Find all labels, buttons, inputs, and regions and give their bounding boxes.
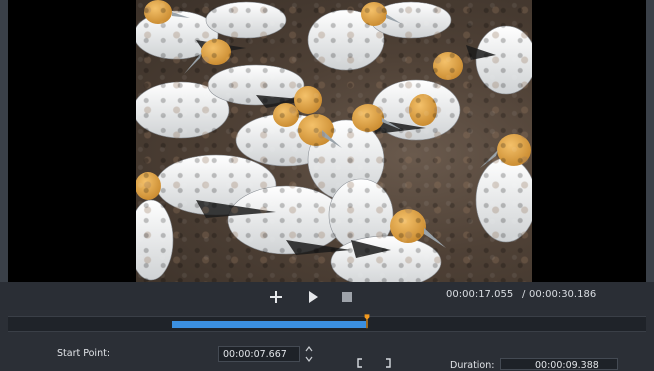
trim-window: 00:00:17.055 / 00:00:30.186 Start Point:… xyxy=(0,0,654,371)
add-button[interactable] xyxy=(267,288,285,306)
current-time: 00:00:17.055 xyxy=(446,289,514,300)
start-point-input[interactable]: 00:00:07.667 xyxy=(218,346,300,362)
trim-settings: Start Point: 00:00:07.667 Duration: 00:0… xyxy=(0,334,654,371)
selected-range[interactable] xyxy=(172,321,366,328)
video-ground-texture xyxy=(136,0,532,282)
stop-icon xyxy=(342,292,352,302)
start-point-label: Start Point: xyxy=(57,348,111,359)
chevron-up-icon xyxy=(305,346,313,352)
stepper-up-button[interactable] xyxy=(304,345,314,353)
playback-controls: 00:00:17.055 / 00:00:30.186 xyxy=(0,282,654,310)
start-point-stepper[interactable] xyxy=(302,345,316,365)
stop-button[interactable] xyxy=(338,288,356,306)
video-frame xyxy=(136,0,532,282)
video-preview xyxy=(8,0,646,282)
play-button[interactable] xyxy=(304,288,322,306)
bracket-icon[interactable] xyxy=(356,358,392,368)
plus-icon xyxy=(270,291,282,303)
total-time: 00:00:30.186 xyxy=(529,289,597,300)
window-border-left xyxy=(0,0,8,282)
window-border-right xyxy=(646,0,654,282)
chevron-down-icon xyxy=(305,356,313,362)
trim-timeline[interactable] xyxy=(8,314,646,332)
play-icon xyxy=(309,291,318,303)
stepper-down-button[interactable] xyxy=(304,355,314,363)
playhead-marker[interactable] xyxy=(364,309,370,333)
time-separator: / xyxy=(522,289,526,300)
